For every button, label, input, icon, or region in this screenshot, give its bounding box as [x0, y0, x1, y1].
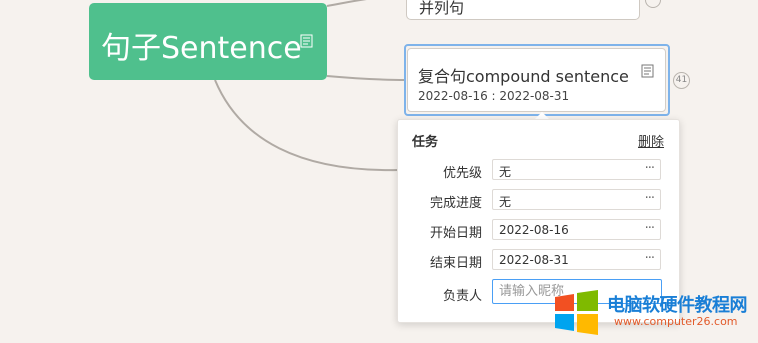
windows-logo-icon: [555, 290, 598, 335]
progress-value: 无: [499, 195, 512, 209]
progress-select[interactable]: 无 ···: [492, 189, 661, 210]
site-watermark: 电脑软硬件教程网 www.computer26.com: [552, 283, 758, 341]
delete-task-link[interactable]: 删除: [638, 131, 664, 150]
priority-select[interactable]: 无 ···: [492, 159, 661, 180]
sibling-node-title: 并列句: [419, 0, 465, 17]
priority-label: 优先级: [442, 166, 482, 181]
sibling-node-top[interactable]: 并列句: [406, 0, 640, 20]
watermark-url: www.computer26.com: [614, 315, 738, 328]
end-date-value: 2022-08-31: [499, 253, 569, 267]
start-date-label: 开始日期: [429, 226, 482, 241]
start-date-value: 2022-08-16: [499, 223, 569, 237]
root-topic-node[interactable]: 句子Sentence: [89, 3, 327, 80]
more-icon[interactable]: ···: [645, 191, 655, 206]
more-icon[interactable]: ···: [645, 161, 655, 176]
note-icon[interactable]: [641, 64, 655, 78]
compound-node-title: 复合句compound sentence: [418, 67, 629, 86]
end-date-picker[interactable]: 2022-08-31 ···: [492, 249, 661, 270]
root-topic-title: 句子Sentence: [101, 31, 302, 66]
more-icon[interactable]: ···: [645, 251, 655, 266]
start-date-picker[interactable]: 2022-08-16 ···: [492, 219, 661, 240]
more-icon[interactable]: ···: [645, 221, 655, 236]
assignee-label: 负责人: [442, 289, 482, 304]
note-icon[interactable]: [300, 34, 314, 48]
collapse-count-badge[interactable]: 41: [673, 72, 690, 89]
task-panel-title: 任务: [412, 135, 439, 150]
priority-value: 无: [499, 165, 512, 179]
task-date-range: 2022-08-16 : 2022-08-31: [418, 89, 570, 103]
watermark-site-name: 电脑软硬件教程网: [607, 295, 748, 316]
end-date-label: 结束日期: [429, 256, 482, 271]
progress-label: 完成进度: [429, 196, 482, 211]
